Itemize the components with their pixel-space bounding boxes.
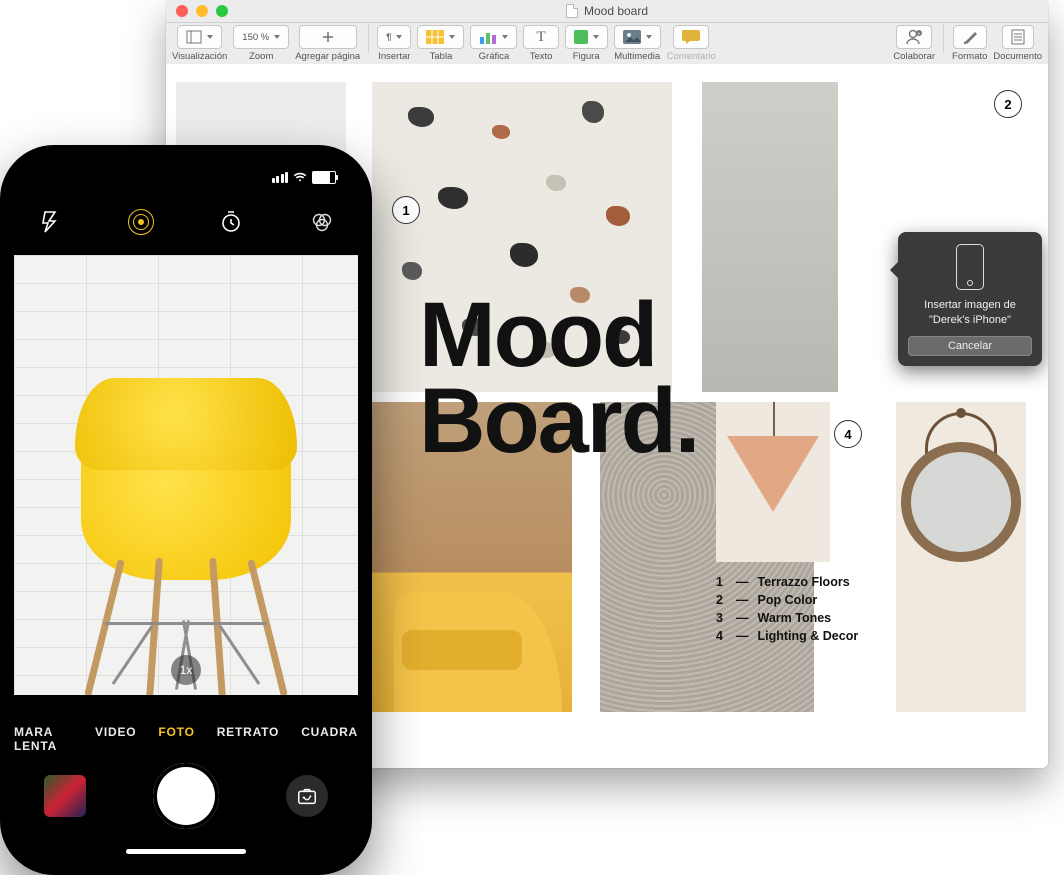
callout-4: 4: [834, 420, 862, 448]
camera-bottom-controls: [14, 761, 358, 831]
popover-cancel-button[interactable]: Cancelar: [908, 336, 1032, 356]
iphone-glyph-icon: [956, 244, 984, 290]
camera-top-controls: [14, 199, 358, 245]
toolbar-text[interactable]: T Texto: [523, 25, 558, 62]
cell-signal-icon: [272, 172, 289, 183]
callout-1: 1: [392, 196, 420, 224]
toolbar-collaborate[interactable]: + Colaborar: [893, 25, 935, 62]
toolbar-document[interactable]: Documento: [993, 25, 1042, 62]
mode-portrait[interactable]: RETRATO: [217, 725, 280, 747]
toolbar-view[interactable]: Visualización: [172, 25, 227, 62]
document-icon: [566, 4, 578, 18]
timer-icon[interactable]: [217, 208, 245, 236]
filters-icon[interactable]: [308, 208, 336, 236]
image-concrete[interactable]: [702, 82, 838, 392]
subject-chair: [81, 440, 291, 580]
image-lamp[interactable]: [716, 402, 830, 562]
camera-modes[interactable]: MARA LENTA VIDEO FOTO RETRATO CUADRA: [14, 725, 358, 747]
toolbar-format[interactable]: Formato: [952, 25, 987, 62]
toolbar-add-page[interactable]: Agregar página: [295, 25, 360, 62]
live-photo-icon[interactable]: [127, 208, 155, 236]
toolbar-insert[interactable]: ¶ Insertar: [377, 25, 411, 62]
zoom-pill[interactable]: 1x: [171, 655, 201, 685]
toolbar-shape[interactable]: Figura: [565, 25, 608, 62]
home-indicator[interactable]: [126, 849, 246, 854]
toolbar-media[interactable]: Multimedia: [614, 25, 661, 62]
titlebar: Mood board: [166, 0, 1048, 23]
wifi-icon: [293, 170, 307, 184]
toolbar-zoom[interactable]: 150 % Zoom: [233, 25, 289, 62]
toolbar-table[interactable]: Tabla: [417, 25, 464, 62]
status-bar: [14, 167, 358, 187]
callout-2: 2: [994, 90, 1022, 118]
mode-slow[interactable]: MARA LENTA: [14, 725, 73, 747]
flash-icon[interactable]: [36, 208, 64, 236]
image-mirror[interactable]: [896, 402, 1026, 712]
toolbar: Visualización 150 % Zoom Agregar página …: [166, 23, 1048, 68]
window-title: Mood board: [584, 4, 648, 18]
iphone-device: 1x MARA LENTA VIDEO FOTO RETRATO CUADRA: [0, 145, 372, 875]
flip-camera-button[interactable]: [286, 775, 328, 817]
shutter-button[interactable]: [153, 763, 219, 829]
camera-viewfinder[interactable]: 1x: [14, 255, 358, 695]
toolbar-chart[interactable]: Gráfica: [470, 25, 517, 62]
battery-icon: [312, 171, 336, 184]
page-title: Mood Board.: [419, 292, 698, 465]
popover-label: Insertar imagen de "Derek's iPhone": [908, 298, 1032, 328]
toolbar-comment[interactable]: Comentario: [667, 25, 716, 62]
svg-text:+: +: [918, 32, 921, 38]
mode-video[interactable]: VIDEO: [95, 725, 136, 747]
mode-photo[interactable]: FOTO: [158, 725, 194, 747]
mode-square[interactable]: CUADRA: [301, 725, 358, 747]
last-photo-thumbnail[interactable]: [44, 775, 86, 817]
legend: 1—Terrazzo Floors 2—Pop Color 3—Warm Ton…: [716, 575, 858, 647]
continuity-camera-popover: Insertar imagen de "Derek's iPhone" Canc…: [898, 232, 1042, 366]
